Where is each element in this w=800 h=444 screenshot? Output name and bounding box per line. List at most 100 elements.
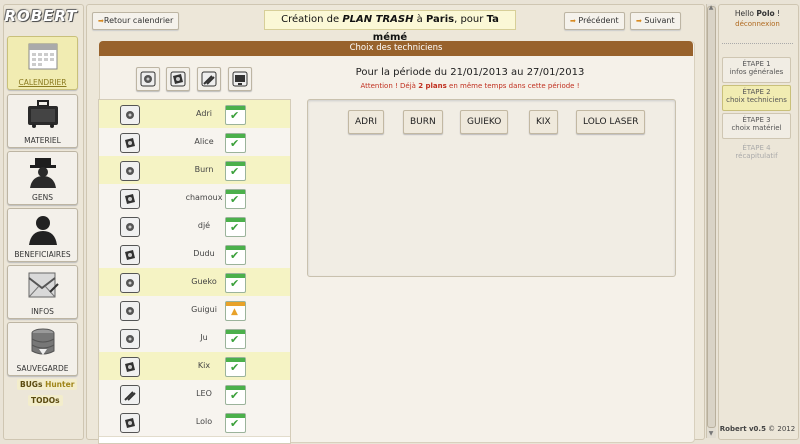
previous-label: Précédent (578, 16, 619, 25)
period-text: Pour la période du 21/01/2013 au 27/01/2… (355, 67, 585, 78)
available-calendar-icon[interactable]: ✔ (225, 413, 246, 433)
nav-beneficiaires[interactable]: BENEFICIAIRES (7, 208, 78, 262)
title-for: , pour (454, 14, 484, 25)
selected-technician-chip[interactable]: ADRI (348, 110, 384, 134)
light-icon (120, 133, 140, 153)
available-calendar-icon[interactable]: ✔ (225, 329, 246, 349)
scroll-down-icon[interactable]: ▼ (707, 430, 715, 437)
next-label: Suivant (644, 16, 675, 25)
available-calendar-icon[interactable]: ✔ (225, 357, 246, 377)
step-1[interactable]: ÉTAPE 1 infos générales (722, 57, 791, 83)
nav-label: SAUVEGARDE (16, 364, 69, 373)
bugs-label: BUGs (20, 380, 43, 389)
title-prefix: Création de (281, 14, 340, 25)
technician-row[interactable]: chamoux ✔ (99, 184, 290, 213)
technician-row[interactable]: Dudu ✔ (99, 240, 290, 269)
light-icon (120, 189, 140, 209)
title-mid: à (416, 14, 423, 25)
step-subtitle: choix techniciens (726, 96, 787, 104)
available-calendar-icon[interactable]: ✔ (225, 189, 246, 209)
scrollbar-thumb[interactable] (707, 6, 716, 428)
selected-technician-chip[interactable]: KIX (529, 110, 558, 134)
technician-row[interactable]: djé ✔ (99, 212, 290, 241)
person-silhouette-icon (28, 216, 57, 245)
step-4: ÉTAPE 4 récapitulatif (722, 141, 791, 167)
sound-icon (120, 161, 140, 181)
filter-light-button[interactable] (166, 67, 190, 91)
nav-infos[interactable]: INFOS (7, 265, 78, 319)
available-calendar-icon[interactable]: ✔ (225, 245, 246, 265)
nav-materiel[interactable]: MATERIEL (7, 94, 78, 148)
light-icon (120, 413, 140, 433)
warning-count: 2 plans (418, 82, 447, 90)
selected-technician-chip[interactable]: BURN (403, 110, 443, 134)
plan-city: Paris (425, 14, 455, 25)
back-to-calendar-button[interactable]: ➡Retour calendrier (92, 12, 180, 30)
hello-end: ! (777, 9, 781, 18)
technician-row[interactable]: Alice ✔ (99, 128, 290, 157)
nav-label: MATERIEL (24, 136, 61, 145)
overlap-warning: Attention ! Déjà 2 plans en même temps d… (310, 82, 630, 90)
technician-row[interactable]: Lolo ✔ (99, 408, 290, 437)
nav-label: BENEFICIAIRES (14, 250, 71, 259)
step-subtitle: infos générales (729, 68, 784, 76)
step-2[interactable]: ÉTAPE 2 choix techniciens (722, 85, 791, 111)
step-title: ÉTAPE 4 (742, 144, 771, 152)
back-label: Retour calendrier (103, 16, 174, 25)
technician-row[interactable]: Kix ✔ (99, 352, 290, 381)
nav-calendrier[interactable]: CALENDRIER (7, 36, 78, 90)
technician-row[interactable]: Burn ✔ (99, 156, 290, 185)
nav-label: CALENDRIER (18, 78, 67, 87)
person-hat-icon (29, 158, 56, 188)
filter-tools-button[interactable] (197, 67, 221, 91)
hello-text: Hello (734, 9, 754, 18)
step-title: ÉTAPE 1 (742, 60, 771, 68)
version-name: Robert v0.5 (719, 425, 766, 433)
available-calendar-icon[interactable]: ✔ (225, 105, 246, 125)
greeting: Hello Polo ! (718, 9, 797, 18)
technician-row[interactable]: Adri ✔ (99, 100, 290, 129)
tools-icon (201, 71, 217, 87)
arrow-icon: ➡ (636, 17, 642, 25)
light-icon (170, 71, 186, 87)
technician-row[interactable]: Gueko ✔ (99, 268, 290, 297)
technician-list: Adri ✔ Alice ✔ Burn ✔ chamoux ✔ djé ✔ Du… (98, 99, 291, 444)
todos-link[interactable]: TODOs (28, 395, 63, 406)
available-calendar-icon[interactable]: ✔ (225, 273, 246, 293)
logout-link[interactable]: déconnexion (718, 20, 797, 28)
previous-button[interactable]: ➡ Précédent (564, 12, 625, 30)
robert-logo[interactable]: ROBERT (4, 3, 76, 29)
scroll-up-icon[interactable]: ▲ (707, 4, 715, 11)
technician-row[interactable]: Ju ✔ (99, 324, 290, 353)
calendar-icon (28, 43, 57, 70)
sound-icon (120, 329, 140, 349)
technician-row[interactable]: LEO ✔ (99, 380, 290, 409)
available-calendar-icon[interactable]: ✔ (225, 161, 246, 181)
sound-icon (120, 301, 140, 321)
bugs-hunter-link[interactable]: BUGs Hunter (17, 379, 78, 390)
filter-video-button[interactable] (228, 67, 252, 91)
next-button[interactable]: ➡ Suivant (630, 12, 681, 30)
arrow-icon: ➡ (570, 17, 576, 25)
available-calendar-icon[interactable]: ✔ (225, 133, 246, 153)
equipment-case-icon (27, 100, 58, 128)
nav-gens[interactable]: GENS (7, 151, 78, 205)
sound-icon (140, 71, 156, 87)
step-3[interactable]: ÉTAPE 3 choix matériel (722, 113, 791, 139)
available-calendar-icon[interactable]: ✔ (225, 217, 246, 237)
step-title: ÉTAPE 2 (742, 88, 771, 96)
light-icon (120, 245, 140, 265)
plan-title: Création de PLAN TRASH à Paris, pour Ta … (264, 10, 516, 43)
tools-icon (120, 385, 140, 405)
available-calendar-icon[interactable]: ✔ (225, 385, 246, 405)
step-subtitle: récapitulatif (735, 152, 778, 160)
technician-row[interactable]: Guigui ▲ (99, 296, 290, 325)
hunter-label: Hunter (45, 380, 75, 389)
user-name: Polo (756, 9, 775, 18)
nav-sauvegarde[interactable]: SAUVEGARDE (7, 322, 78, 376)
filter-sound-button[interactable] (136, 67, 160, 91)
selected-technician-chip[interactable]: LOLO LASER (576, 110, 646, 134)
selected-technician-chip[interactable]: GUIEKO (460, 110, 509, 134)
light-icon (120, 357, 140, 377)
busy-calendar-icon[interactable]: ▲ (225, 301, 246, 321)
